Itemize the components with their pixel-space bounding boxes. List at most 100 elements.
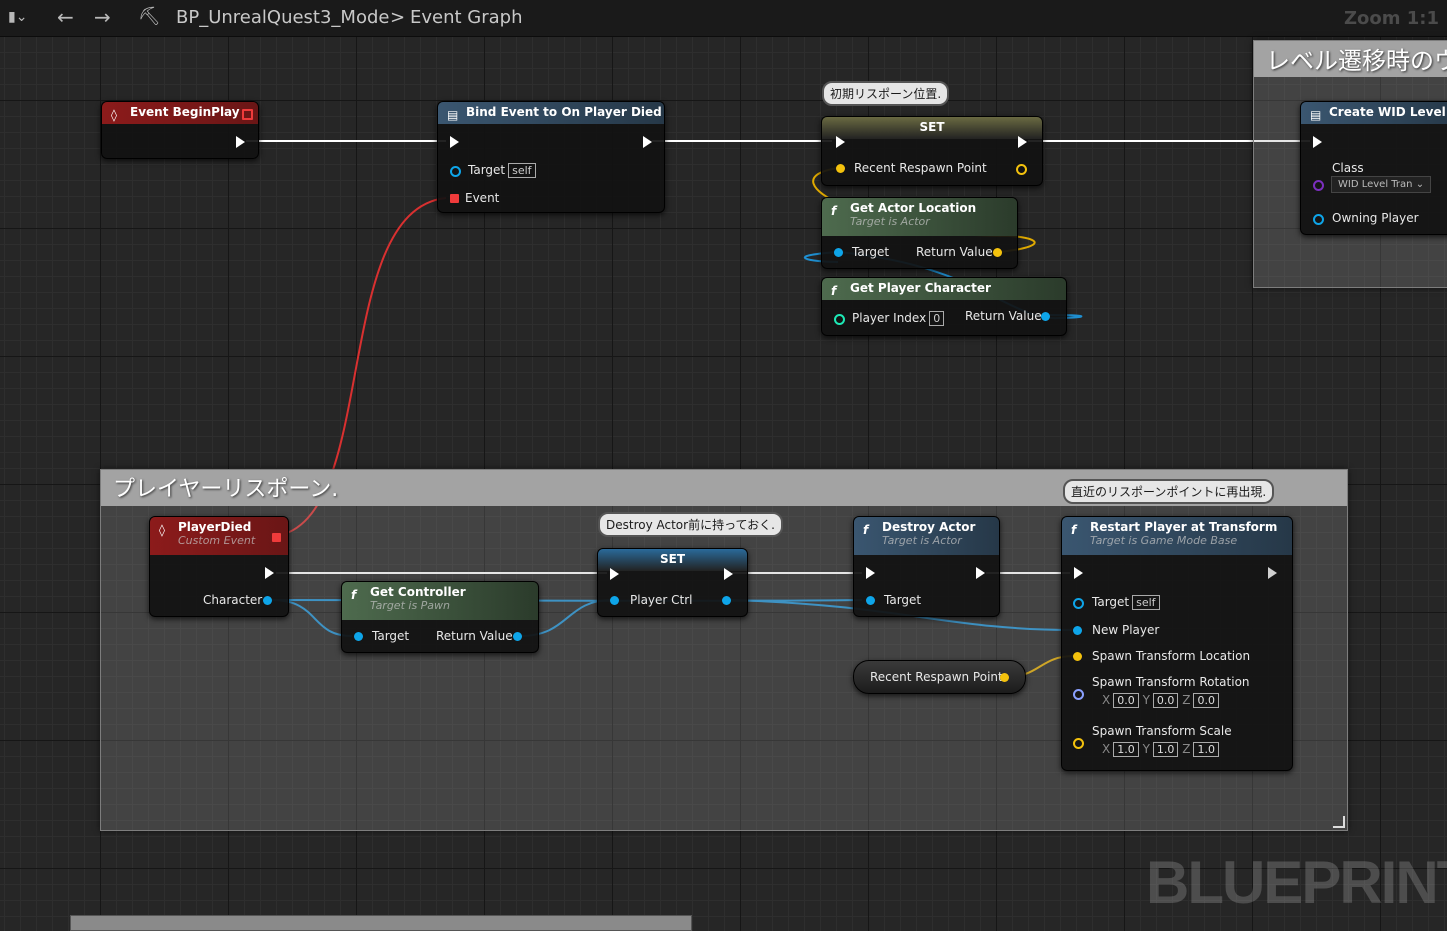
exec-input-pin[interactable] [836,136,845,148]
exec-input-pin[interactable] [450,136,459,148]
exec-output-pin[interactable] [643,136,652,148]
node-bind-event[interactable]: ▤ Bind Event to On Player Died Target sel… [437,101,665,213]
rotation-y-field[interactable]: 0.0 [1152,693,1179,708]
bubble-text: Destroy Actor前に持っておく. [606,518,775,532]
exec-output-pin[interactable] [236,136,245,148]
target-label: Target [372,629,410,643]
return-label: Return Value [436,629,513,643]
node-event-beginplay[interactable]: ◊ Event BeginPlay [101,101,259,159]
scale-z-field[interactable]: 1.0 [1193,742,1219,757]
forward-arrow-icon[interactable]: → [94,5,111,29]
exec-output-pin[interactable] [1268,567,1277,579]
exec-output-pin[interactable] [724,568,733,580]
owning-player-pin[interactable] [1313,214,1324,225]
comment-bubble-initial-respawn[interactable]: 初期リスポーン位置. [822,81,950,106]
target-pin[interactable] [1073,598,1084,609]
node-header: f Get Actor Location Target is Actor [822,198,1017,236]
player-index-field[interactable]: 0 [929,311,945,326]
vector-output-pin[interactable] [1000,673,1009,682]
var-label: Recent Respawn Point [870,670,1003,684]
function-f-icon: f [351,588,357,602]
exec-output-pin[interactable] [1018,136,1027,148]
node-get-player-character[interactable]: f Get Player Character Player Index 0 Ret… [821,277,1067,336]
spawn-scale-fields: X 1.0 Y 1.0 Z 1.0 [1102,742,1219,757]
target-pin[interactable] [834,248,843,257]
class-pin[interactable] [1313,180,1324,191]
node-subtitle: Target is Game Mode Base [1090,534,1238,547]
breadcrumb-separator: > [390,7,406,28]
rotation-x-field[interactable]: 0.0 [1113,693,1139,708]
breadcrumb-blueprint[interactable]: BP_UnrealQuest3_Mode [176,7,389,28]
node-title: SET [659,552,686,566]
delegate-output-pin[interactable] [242,109,253,120]
node-title: Get Player Character [850,281,991,295]
return-value-pin[interactable] [513,632,522,641]
comment-bubble-restart-note[interactable]: 直近のリスポーンポイントに再出現. [1063,479,1275,504]
return-value-pin[interactable] [1041,312,1050,321]
exec-input-pin[interactable] [1074,567,1083,579]
class-dropdown[interactable]: WID Level Tran ⌄ [1331,176,1432,193]
resize-handle-icon[interactable] [1333,816,1345,828]
node-restart-player[interactable]: f Restart Player at Transform Target is … [1061,516,1293,771]
node-get-actor-location[interactable]: f Get Actor Location Target is Actor Tar… [821,197,1018,269]
bookmark-icon[interactable]: ▮⌄ [8,9,27,25]
target-label: Target [852,245,890,259]
node-set-player-ctrl[interactable]: SET Player Ctrl [597,548,748,617]
return-value-pin[interactable] [993,248,1002,257]
var-label: Recent Respawn Point [854,161,987,175]
player-ctrl-output-pin[interactable] [722,596,731,605]
function-f-icon: f [1071,523,1077,537]
spawn-scale-pin[interactable] [1073,738,1084,749]
node-header: f Get Controller Target is Pawn [342,582,538,620]
target-default[interactable]: self [508,163,536,178]
graph-icon: ⛏ [138,6,161,27]
player-index-pin[interactable] [834,314,845,325]
player-ctrl-input-pin[interactable] [610,596,619,605]
node-header: f Get Player Character [822,278,1066,300]
character-label: Character [203,593,263,607]
bubble-text: 初期リスポーン位置. [830,87,942,101]
node-set-recent-respawn[interactable]: SET Recent Respawn Point [821,116,1043,186]
spawn-rotation-pin[interactable] [1073,689,1084,700]
back-arrow-icon[interactable]: ← [57,5,74,29]
exec-output-pin[interactable] [976,567,985,579]
spawn-rotation-fields: X 0.0 Y 0.0 Z 0.0 [1102,693,1219,708]
node-title: Bind Event to On Player Died [466,105,662,119]
node-header: ◊ PlayerDied Custom Event [150,517,288,555]
node-header: ▤ Bind Event to On Player Died [438,102,664,124]
node-header: ◊ Event BeginPlay [102,102,258,124]
event-delegate-pin[interactable] [450,194,459,203]
node-get-controller[interactable]: f Get Controller Target is Pawn Target R… [341,581,539,653]
delegate-output-pin[interactable] [272,533,281,542]
character-pin[interactable] [263,596,272,605]
function-f-icon: f [831,284,837,298]
exec-output-pin[interactable] [265,567,274,579]
target-pin[interactable] [354,632,363,641]
node-title: Destroy Actor [882,520,976,534]
node-recent-respawn-getter[interactable]: Recent Respawn Point [853,660,1026,694]
blueprint-watermark: BLUEPRINT [1146,849,1447,916]
rotation-z-field[interactable]: 0.0 [1193,693,1219,708]
vector-input-pin[interactable] [836,164,845,173]
exec-input-pin[interactable] [866,567,875,579]
class-label: Class [1332,161,1364,175]
target-label: Target self [1092,595,1160,610]
scale-y-field[interactable]: 1.0 [1152,742,1179,757]
exec-input-pin[interactable] [1313,136,1322,148]
comment-bubble-destroy-note[interactable]: Destroy Actor前に持っておく. [598,512,783,537]
node-destroy-actor[interactable]: f Destroy Actor Target is Actor Target [853,516,1000,617]
new-player-pin[interactable] [1073,626,1082,635]
breadcrumb-graph[interactable]: Event Graph [410,7,523,28]
event-label: Event [465,191,500,205]
node-subtitle: Target is Actor [850,215,930,228]
vector-output-pin[interactable] [1016,164,1027,175]
event-diamond-icon: ◊ [159,523,165,537]
target-pin[interactable] [866,596,875,605]
exec-input-pin[interactable] [610,568,619,580]
node-player-died[interactable]: ◊ PlayerDied Custom Event Character [149,516,289,617]
target-default[interactable]: self [1132,595,1160,610]
node-create-widget[interactable]: ▤ Create WID Level Tra Class WID Level T… [1300,101,1447,235]
spawn-location-pin[interactable] [1073,652,1082,661]
target-pin[interactable] [450,166,461,177]
scale-x-field[interactable]: 1.0 [1113,742,1139,757]
